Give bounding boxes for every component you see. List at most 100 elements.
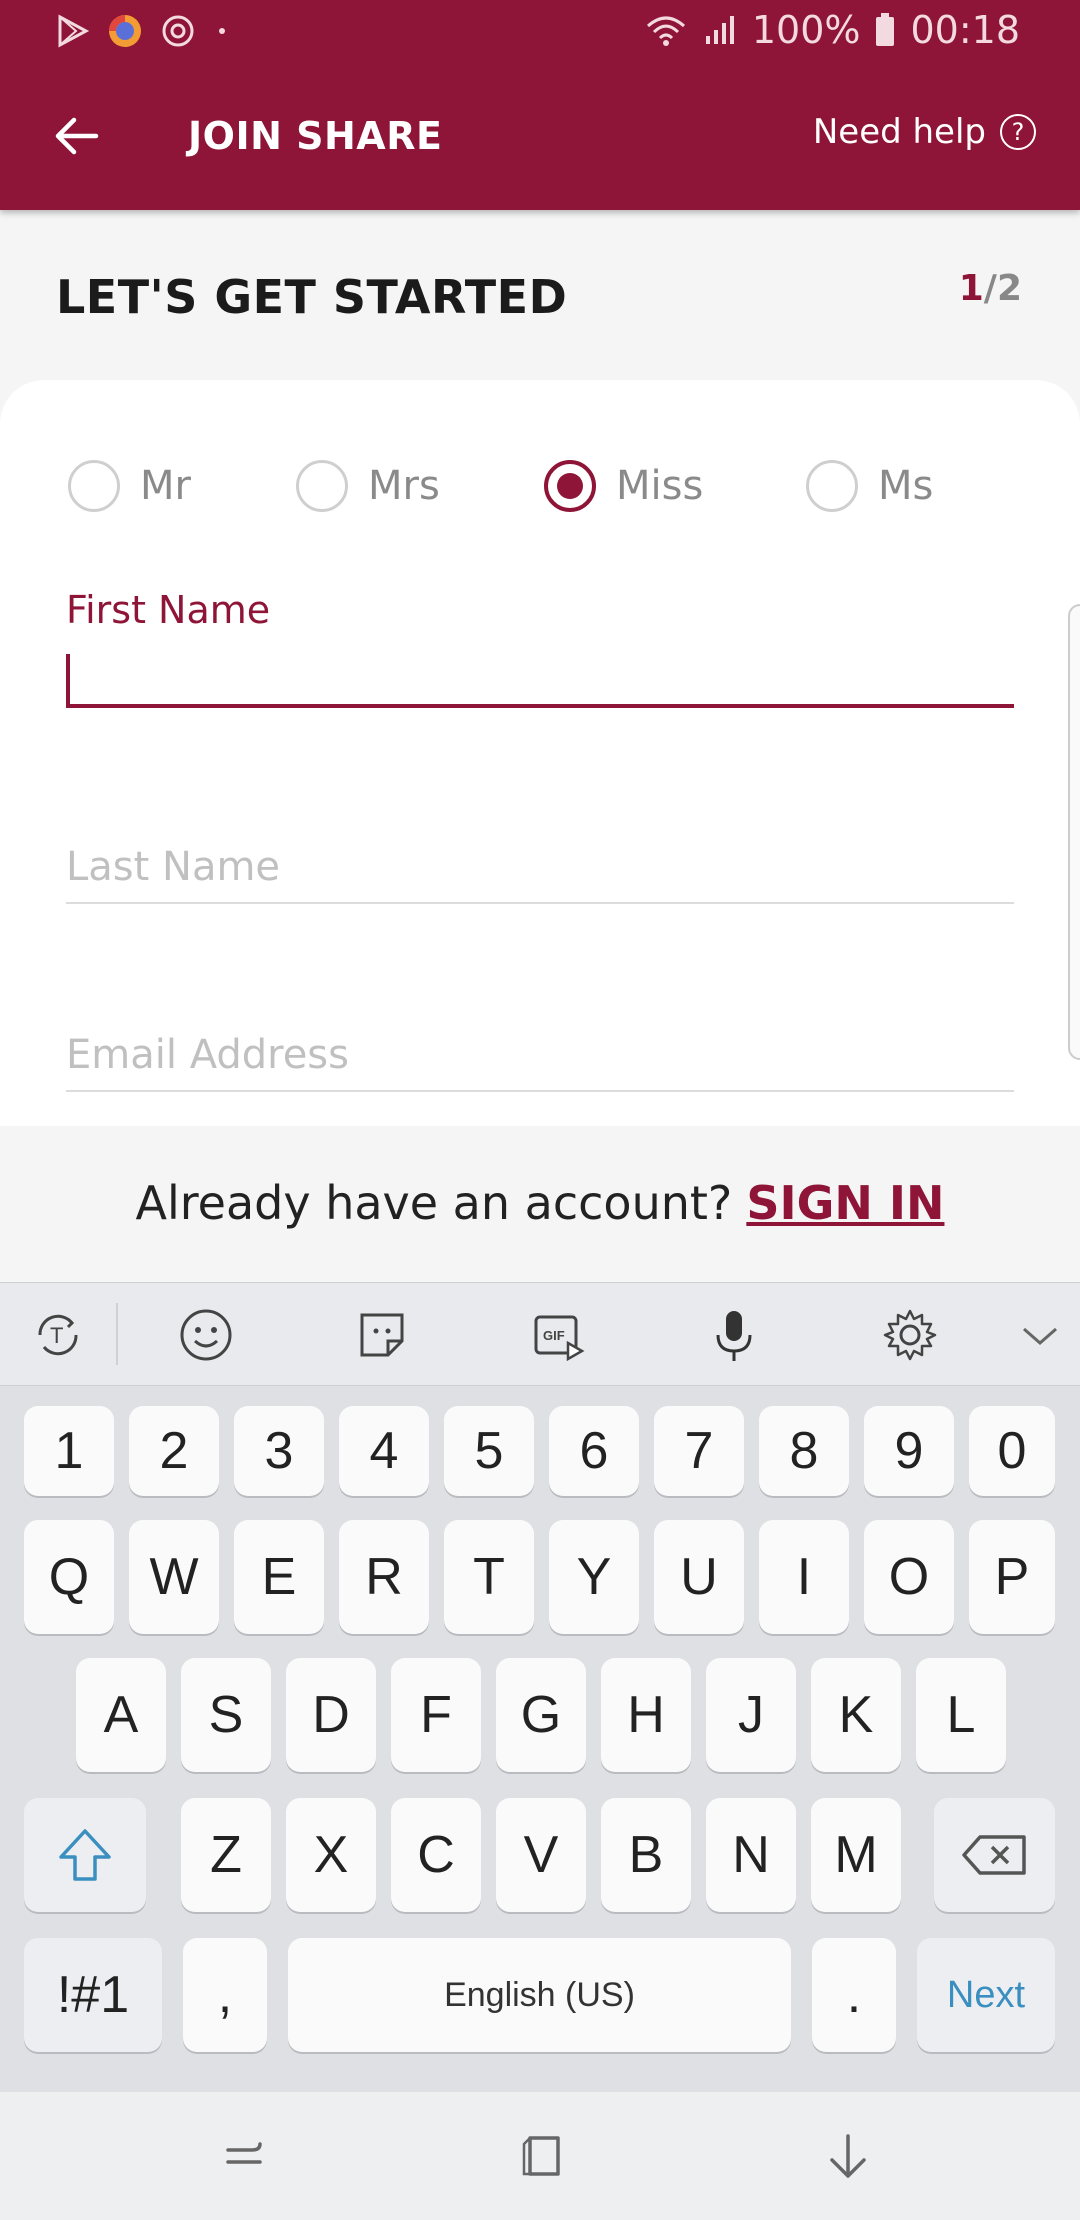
radio-ms[interactable]: Ms bbox=[806, 460, 933, 512]
browser-icon bbox=[109, 15, 141, 47]
key[interactable]: P bbox=[969, 1520, 1055, 1634]
shift-key[interactable] bbox=[24, 1798, 146, 1912]
space-key[interactable]: English (US) bbox=[288, 1938, 791, 2052]
key[interactable]: 7 bbox=[654, 1406, 744, 1496]
battery-percent: 100% bbox=[751, 8, 861, 52]
key[interactable]: 3 bbox=[234, 1406, 324, 1496]
recent-apps-icon[interactable] bbox=[218, 2130, 270, 2182]
svg-text:GIF: GIF bbox=[543, 1328, 565, 1343]
title-radio-group: Mr Mrs Miss Ms bbox=[68, 460, 1028, 520]
key[interactable]: 0 bbox=[969, 1406, 1055, 1496]
key[interactable]: 2 bbox=[129, 1406, 219, 1496]
email-placeholder: Email Address bbox=[66, 1032, 349, 1078]
next-key[interactable]: Next bbox=[917, 1938, 1055, 2052]
key[interactable]: 5 bbox=[444, 1406, 534, 1496]
period-key[interactable]: . bbox=[812, 1938, 896, 2052]
key[interactable]: K bbox=[811, 1658, 901, 1772]
first-name-label: First Name bbox=[66, 588, 271, 632]
key[interactable]: T bbox=[444, 1520, 534, 1634]
key[interactable]: R bbox=[339, 1520, 429, 1634]
key[interactable]: W bbox=[129, 1520, 219, 1634]
clock: 00:18 bbox=[910, 8, 1020, 52]
key[interactable]: 1 bbox=[24, 1406, 114, 1496]
back-arrow-icon[interactable] bbox=[48, 108, 104, 164]
collapse-keyboard-icon[interactable] bbox=[1010, 1305, 1070, 1365]
play-store-icon bbox=[58, 14, 90, 48]
system-nav-bar bbox=[0, 2092, 1080, 2220]
key[interactable]: M bbox=[811, 1798, 901, 1912]
first-name-field: First Name bbox=[66, 588, 1014, 708]
first-name-input[interactable] bbox=[66, 650, 1014, 708]
signin-link[interactable]: SIGN IN bbox=[746, 1176, 944, 1230]
key[interactable]: X bbox=[286, 1798, 376, 1912]
need-help-button[interactable]: Need help ? bbox=[813, 112, 1036, 152]
radio-label: Mr bbox=[140, 463, 191, 509]
radio-circle-icon bbox=[806, 460, 858, 512]
key[interactable]: Y bbox=[549, 1520, 639, 1634]
key[interactable]: 6 bbox=[549, 1406, 639, 1496]
registration-form-card: Mr Mrs Miss Ms First Name Last Name Emai… bbox=[0, 380, 1080, 1126]
key[interactable]: A bbox=[76, 1658, 166, 1772]
radio-label: Mrs bbox=[368, 463, 440, 509]
step-total: /2 bbox=[983, 268, 1022, 309]
back-down-arrow-icon[interactable] bbox=[822, 2130, 874, 2182]
radio-mrs[interactable]: Mrs bbox=[296, 460, 440, 512]
step-current: 1 bbox=[958, 268, 984, 309]
keyboard-toolbar: T GIF bbox=[0, 1282, 1080, 1386]
microphone-icon[interactable] bbox=[704, 1305, 764, 1365]
key[interactable]: B bbox=[601, 1798, 691, 1912]
key[interactable]: N bbox=[706, 1798, 796, 1912]
key[interactable]: U bbox=[654, 1520, 744, 1634]
last-name-underline bbox=[66, 902, 1014, 904]
sync-icon bbox=[162, 15, 194, 47]
side-drawer-handle[interactable] bbox=[1068, 604, 1080, 1060]
dot-icon bbox=[219, 28, 225, 34]
text-translate-icon[interactable]: T bbox=[28, 1305, 88, 1365]
emoji-icon[interactable] bbox=[176, 1305, 236, 1365]
radio-label: Miss bbox=[616, 463, 704, 509]
help-circle-icon: ? bbox=[1000, 114, 1036, 150]
last-name-placeholder: Last Name bbox=[66, 844, 281, 890]
status-right: 100% 00:18 bbox=[644, 8, 1020, 52]
key[interactable]: Z bbox=[181, 1798, 271, 1912]
key[interactable]: S bbox=[181, 1658, 271, 1772]
key[interactable]: 8 bbox=[759, 1406, 849, 1496]
symbols-key[interactable]: !#1 bbox=[24, 1938, 162, 2052]
soft-keyboard: T GIF 1 2 3 4 5 6 7 8 9 0 Q W E R T Y U … bbox=[0, 1282, 1080, 2092]
key[interactable]: C bbox=[391, 1798, 481, 1912]
key[interactable]: G bbox=[496, 1658, 586, 1772]
sticker-icon[interactable] bbox=[352, 1305, 412, 1365]
email-field[interactable]: Email Address bbox=[66, 1032, 1014, 1092]
radio-miss[interactable]: Miss bbox=[544, 460, 703, 512]
step-indicator: 1/2 bbox=[959, 268, 1022, 309]
key[interactable]: D bbox=[286, 1658, 376, 1772]
backspace-key[interactable] bbox=[934, 1798, 1055, 1912]
key[interactable]: E bbox=[234, 1520, 324, 1634]
settings-gear-icon[interactable] bbox=[880, 1305, 940, 1365]
svg-text:T: T bbox=[50, 1323, 63, 1348]
radio-selected-icon bbox=[544, 460, 596, 512]
last-name-field[interactable]: Last Name bbox=[66, 844, 1014, 904]
comma-key[interactable]: , bbox=[183, 1938, 267, 2052]
radio-label: Ms bbox=[878, 463, 934, 509]
home-icon[interactable] bbox=[518, 2130, 570, 2182]
key[interactable]: 4 bbox=[339, 1406, 429, 1496]
signin-row: Already have an account? SIGN IN bbox=[0, 1126, 1080, 1280]
signal-icon bbox=[705, 16, 734, 44]
wifi-icon bbox=[646, 16, 685, 46]
key[interactable]: H bbox=[601, 1658, 691, 1772]
shift-arrow-icon bbox=[59, 1829, 111, 1881]
key[interactable]: J bbox=[706, 1658, 796, 1772]
key[interactable]: 9 bbox=[864, 1406, 954, 1496]
key[interactable]: O bbox=[864, 1520, 954, 1634]
email-underline bbox=[66, 1090, 1014, 1092]
key[interactable]: F bbox=[391, 1658, 481, 1772]
key[interactable]: L bbox=[916, 1658, 1006, 1772]
key[interactable]: Q bbox=[24, 1520, 114, 1634]
gif-icon[interactable]: GIF bbox=[528, 1305, 588, 1365]
app-bar: JOIN SHARE Need help ? bbox=[0, 64, 1080, 210]
key[interactable]: I bbox=[759, 1520, 849, 1634]
radio-mr[interactable]: Mr bbox=[68, 460, 191, 512]
key[interactable]: V bbox=[496, 1798, 586, 1912]
need-help-label: Need help bbox=[812, 112, 986, 152]
